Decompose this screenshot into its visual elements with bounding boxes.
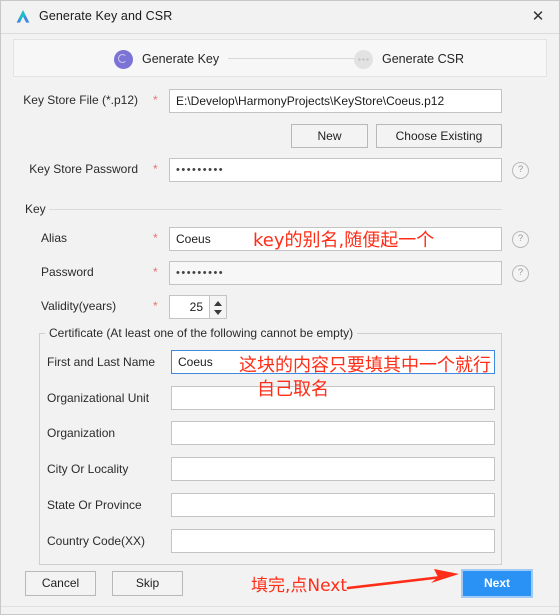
generate-key-and-csr-dialog: Generate Key and CSR ✕ Generate Key Gene…: [0, 0, 560, 615]
chevron-up-icon[interactable]: [214, 301, 222, 306]
country-code-label: Country Code(XX): [47, 534, 146, 548]
key-store-password-input[interactable]: •••••••••: [169, 158, 502, 182]
close-icon[interactable]: ✕: [527, 7, 549, 27]
alias-help-icon[interactable]: ?: [512, 231, 529, 248]
new-button[interactable]: New: [291, 124, 368, 148]
city-or-locality-label: City Or Locality: [47, 462, 129, 476]
organizational-unit-label: Organizational Unit: [47, 391, 150, 405]
key-store-password-help-icon[interactable]: ?: [512, 162, 529, 179]
next-button[interactable]: Next: [463, 571, 531, 596]
key-password-help-icon[interactable]: ?: [512, 265, 529, 282]
step-generate-csr-label: Generate CSR: [382, 52, 464, 66]
validity-label: Validity(years): [41, 299, 117, 313]
deveco-logo-icon: [14, 8, 32, 26]
alias-required: *: [153, 231, 158, 245]
state-or-province-label: State Or Province: [47, 498, 142, 512]
certificate-groupbox-legend: Certificate (At least one of the followi…: [45, 326, 358, 340]
country-code-input[interactable]: [171, 529, 495, 553]
annotation-certificate-note-line2: 自己取名: [257, 379, 329, 400]
footer-divider: [1, 606, 559, 607]
annotation-next-note: 填完,点Next: [251, 576, 348, 596]
cancel-button[interactable]: Cancel: [25, 571, 96, 596]
validity-required: *: [153, 299, 158, 313]
state-or-province-input[interactable]: [171, 493, 495, 517]
alias-label: Alias: [41, 231, 68, 245]
key-group-title: Key: [21, 202, 50, 216]
key-store-password-required: *: [153, 162, 158, 176]
key-password-input[interactable]: •••••••••: [169, 261, 502, 285]
stepper-connector-line: [228, 58, 354, 59]
step-generate-key[interactable]: Generate Key: [114, 40, 219, 78]
key-group-rule: [49, 209, 502, 210]
validity-input[interactable]: [169, 295, 209, 319]
title-bar: Generate Key and CSR ✕: [1, 1, 559, 34]
step-generate-csr[interactable]: Generate CSR: [354, 40, 464, 78]
annotation-certificate-note-line1: 这块的内容只要填其中一个就行: [239, 355, 491, 376]
step-active-icon: [114, 49, 133, 69]
city-or-locality-input[interactable]: [171, 457, 495, 481]
key-store-file-label: Key Store File (*.p12): [23, 93, 138, 107]
step-generate-key-label: Generate Key: [142, 52, 220, 66]
annotation-alias-note: key的别名,随便起一个: [253, 230, 435, 251]
organization-input[interactable]: [171, 421, 495, 445]
page-title: Generate Key and CSR: [39, 9, 173, 23]
chevron-down-icon[interactable]: [214, 310, 222, 315]
organizational-unit-input[interactable]: [171, 386, 495, 410]
skip-button[interactable]: Skip: [112, 571, 183, 596]
key-password-required: *: [153, 265, 158, 279]
validity-spin-buttons[interactable]: [209, 295, 227, 319]
key-store-file-input[interactable]: [169, 89, 502, 113]
first-and-last-name-label: First and Last Name: [47, 355, 156, 369]
key-store-file-required: *: [153, 93, 158, 107]
step-inactive-icon: [354, 49, 373, 69]
key-store-password-label: Key Store Password: [29, 162, 138, 176]
key-password-label: Password: [41, 265, 94, 279]
annotation-arrow-icon: [346, 569, 459, 590]
wizard-stepper: Generate Key Generate CSR: [13, 39, 547, 77]
validity-stepper[interactable]: [169, 295, 227, 319]
organization-label: Organization: [47, 426, 116, 440]
choose-existing-button[interactable]: Choose Existing: [376, 124, 502, 148]
